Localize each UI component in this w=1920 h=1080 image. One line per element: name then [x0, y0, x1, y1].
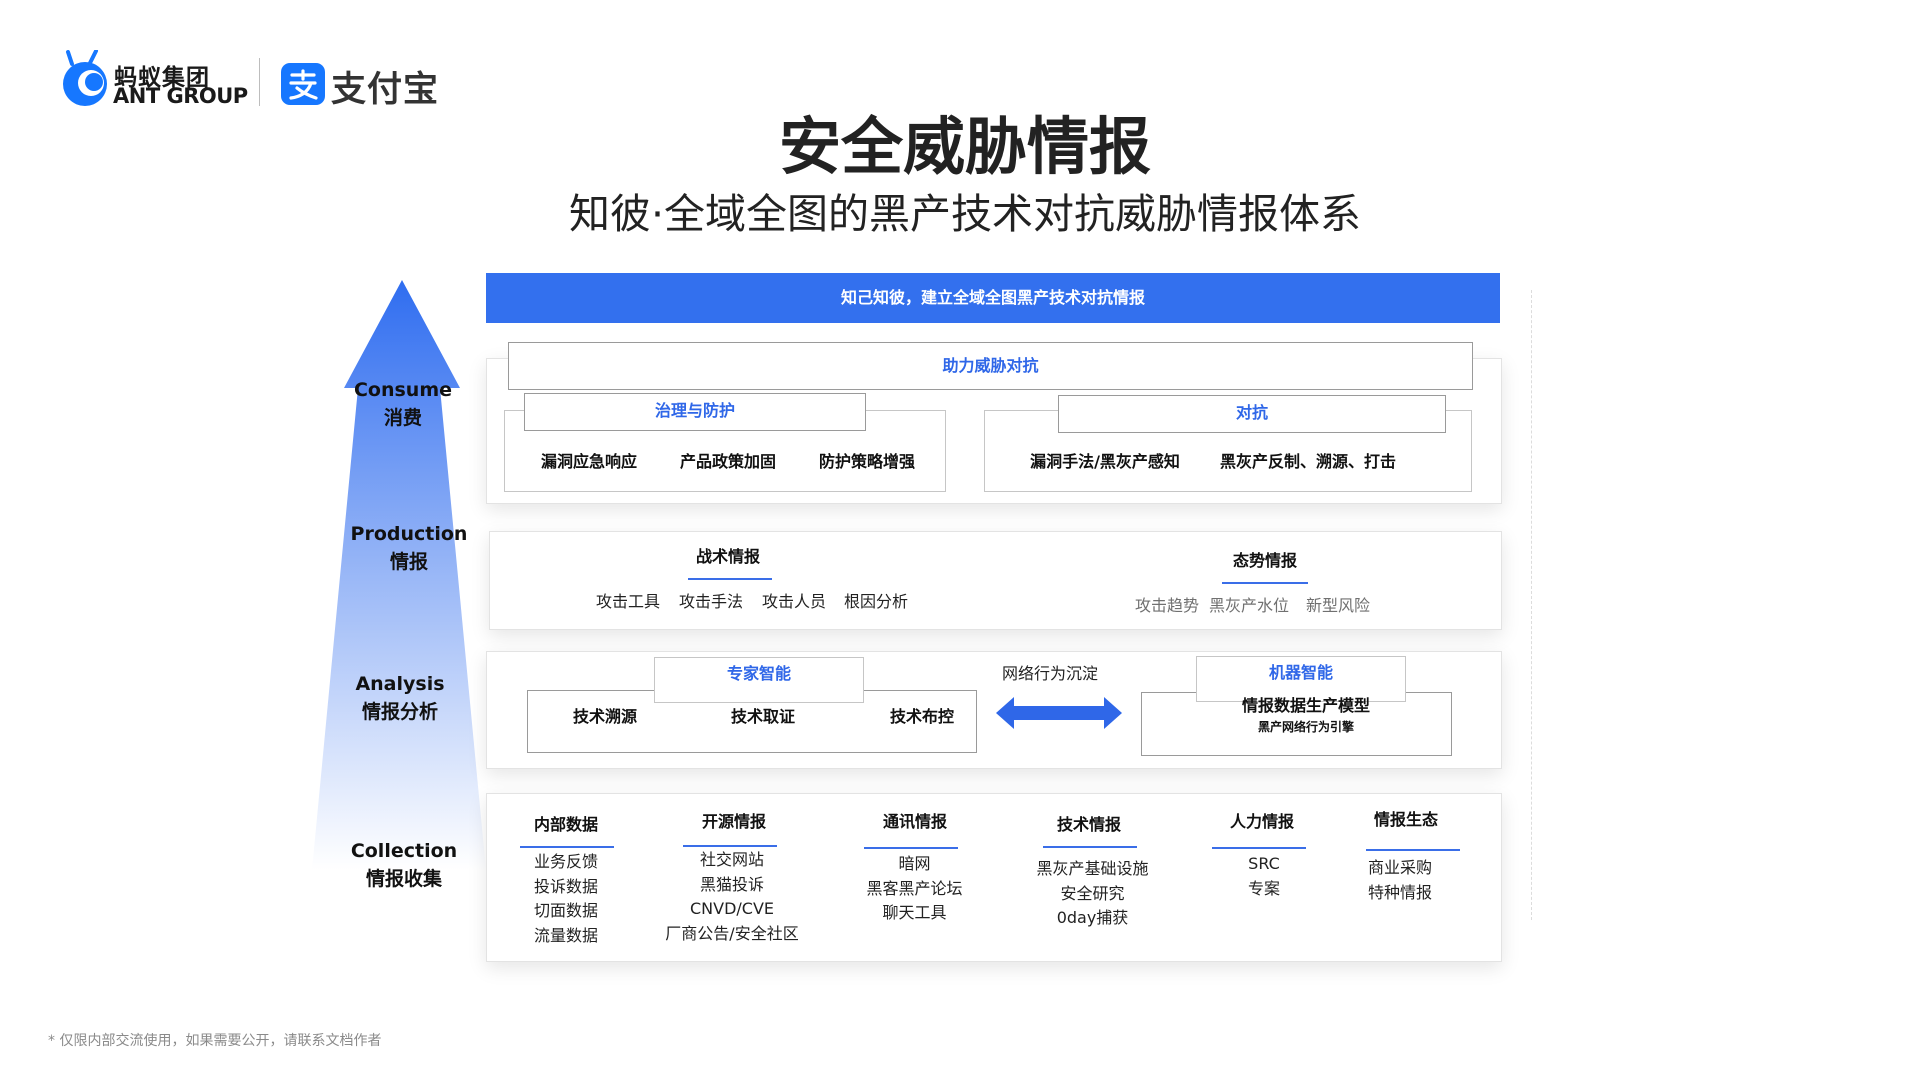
situation-title: 态势情报 [1232, 551, 1297, 570]
governance-item: 漏洞应急响应 [540, 452, 637, 471]
level-analysis-cn: 情报分析 [361, 701, 438, 723]
footnote: * 仅限内部交流使用，如果需要公开，请联系文档作者 [48, 1033, 382, 1049]
page-title: 安全威胁情报 [778, 110, 1151, 183]
situation-item: 黑灰产水位 [1208, 596, 1289, 615]
machine-title: 机器智能 [1268, 663, 1333, 682]
level-collection: Collection 情报收集 [324, 837, 484, 893]
situation-item: 新型风险 [1305, 596, 1370, 615]
list-item: 专案 [1247, 878, 1280, 898]
counter-title-box: 对抗 [1058, 395, 1446, 433]
collection-underline [1212, 847, 1306, 849]
situation-underline [1222, 582, 1308, 584]
level-collection-cn: 情报收集 [365, 868, 442, 890]
level-consume-cn: 消费 [383, 407, 422, 429]
list-item: 商业采购 [1367, 858, 1432, 877]
list-item: 特种情报 [1367, 882, 1432, 902]
level-consume-en: Consume [353, 379, 453, 401]
right-guide-line [1531, 290, 1532, 920]
collection-col-title: 技术情报 [1056, 815, 1121, 834]
list-item: 黑灰产基础设施 [1036, 859, 1149, 878]
assist-box: 助力威胁对抗 [508, 342, 1473, 390]
list-item: 厂商公告/安全社区 [665, 923, 799, 943]
list-item: 聊天工具 [882, 903, 947, 922]
list-item: 流量数据 [533, 925, 598, 945]
list-item: 投诉数据 [533, 876, 598, 896]
governance-item: 防护策略增强 [818, 452, 915, 471]
collection-col-title: 开源情报 [701, 812, 766, 831]
level-production-en: Production [350, 523, 468, 545]
tactical-item: 攻击人员 [761, 592, 826, 611]
list-item: SRC [1248, 854, 1280, 873]
expert-item: 技术取证 [730, 707, 795, 726]
tactical-underline [688, 578, 772, 580]
level-consume: Consume 消费 [323, 376, 483, 432]
list-item: 安全研究 [1060, 883, 1125, 903]
counter-item: 黑灰产反制、溯源、打击 [1219, 452, 1396, 471]
list-item: 黑客黑产论坛 [866, 878, 963, 898]
collection-underline [520, 846, 614, 848]
governance-item: 产品政策加固 [679, 452, 776, 471]
expert-item: 技术溯源 [572, 707, 637, 726]
collection-col-title: 通讯情报 [882, 812, 947, 831]
collection-col-items: 社交网站 黑猫投诉 CNVD/CVE 厂商公告/安全社区 [652, 848, 812, 946]
counter-title: 对抗 [1235, 403, 1268, 422]
collection-col-title: 人力情报 [1229, 812, 1294, 831]
collection-underline [1043, 846, 1137, 848]
collection-underline [683, 845, 777, 847]
situation-item: 攻击趋势 [1134, 596, 1199, 615]
expert-item: 技术布控 [889, 707, 954, 726]
collection-col-items: 商业采购 特种情报 [1350, 856, 1450, 905]
expert-title: 专家智能 [726, 664, 791, 683]
page-subtitle: 知彼·全域全图的黑产技术对抗威胁情报体系 [568, 190, 1362, 238]
counter-item: 漏洞手法/黑灰产感知 [1030, 452, 1180, 471]
collection-col-items: 暗网 黑客黑产论坛 聊天工具 [852, 852, 977, 926]
tactical-title: 战术情报 [695, 547, 760, 566]
list-item: 黑猫投诉 [699, 874, 764, 894]
collection-col-title: 内部数据 [533, 815, 598, 834]
collection-col-items: 业务反馈 投诉数据 切面数据 流量数据 [506, 850, 626, 948]
collection-col-items: SRC 专案 [1214, 852, 1314, 901]
tactical-item: 攻击手法 [678, 592, 743, 611]
list-item: CNVD/CVE [689, 899, 775, 918]
flow-label: 网络行为沉淀 [1001, 664, 1098, 683]
level-production: Production 情报 [329, 520, 489, 576]
list-item: 切面数据 [533, 901, 598, 920]
tactical-item: 根因分析 [843, 592, 908, 611]
collection-col-title: 情报生态 [1373, 810, 1438, 829]
consume-banner: 知己知彼，建立全域全图黑产技术对抗情报 [486, 273, 1500, 323]
collection-underline [1366, 849, 1460, 851]
governance-title: 治理与防护 [654, 401, 735, 420]
list-item: 0day捕获 [1056, 908, 1129, 927]
bidirectional-arrow-icon [996, 697, 1122, 729]
level-analysis-en: Analysis [355, 673, 445, 695]
list-item: 社交网站 [699, 850, 764, 869]
assist-title: 助力威胁对抗 [942, 356, 1039, 375]
collection-underline [864, 847, 958, 849]
tactical-item: 攻击工具 [595, 592, 660, 611]
machine-line2: 黑产网络行为引擎 [1257, 720, 1354, 734]
level-collection-en: Collection [350, 840, 458, 862]
machine-line1: 情报数据生产模型 [1241, 696, 1370, 715]
expert-title-box: 专家智能 [654, 657, 864, 703]
list-item: 业务反馈 [533, 852, 598, 871]
governance-title-box: 治理与防护 [524, 393, 866, 431]
list-item: 暗网 [898, 854, 931, 873]
level-analysis: Analysis 情报分析 [320, 670, 480, 726]
level-production-cn: 情报 [389, 551, 428, 573]
collection-col-items: 黑灰产基础设施 安全研究 0day捕获 [1025, 857, 1160, 931]
